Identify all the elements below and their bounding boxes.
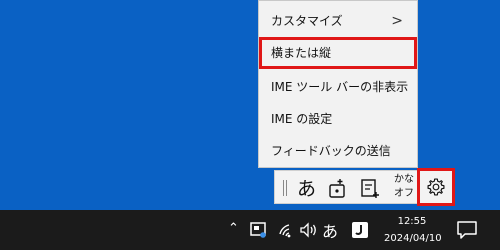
input-mode-button[interactable]: あ — [297, 174, 316, 201]
chevron-up-icon[interactable]: ⌃ — [228, 221, 239, 236]
clock[interactable]: 12:55 2024/04/10 — [384, 213, 442, 247]
menu-item-hide-toolbar[interactable]: IME ツール バーの非表示 — [259, 71, 417, 103]
volume-icon[interactable] — [298, 220, 318, 240]
chevron-right-icon: > — [391, 13, 403, 29]
input-mode-indicator[interactable]: あ — [322, 218, 338, 242]
drag-handle-icon[interactable] — [283, 180, 287, 196]
kana-lock-toggle[interactable]: かな オフ — [391, 173, 417, 201]
menu-item-label: IME の設定 — [271, 112, 333, 126]
wifi-icon[interactable] — [277, 220, 297, 240]
kana-off-line1: かな — [394, 174, 414, 185]
ime-toolbar: あ かな オフ — [274, 170, 418, 204]
menu-item-label: IME ツール バーの非表示 — [271, 80, 409, 94]
kana-off-line2: オフ — [394, 188, 414, 199]
menu-item-label: カスタマイズ — [271, 14, 343, 28]
ime-pad-icon[interactable] — [327, 177, 349, 199]
menu-item-label: フィードバックの送信 — [271, 144, 391, 158]
gear-icon — [427, 178, 445, 196]
screen-share-icon[interactable] — [249, 220, 269, 240]
menu-item-send-feedback[interactable]: フィードバックの送信 — [259, 135, 417, 167]
notification-icon[interactable] — [456, 220, 478, 240]
clock-time: 12:55 — [397, 216, 427, 227]
dictionary-icon[interactable] — [359, 177, 381, 199]
ime-context-menu: カスタマイズ > 横または縦 IME ツール バーの非表示 IME の設定 フィ… — [258, 0, 418, 168]
menu-item-label: 横または縦 — [271, 46, 332, 60]
clock-date: 2024/04/10 — [384, 233, 442, 244]
menu-item-ime-settings[interactable]: IME の設定 — [259, 103, 417, 135]
ime-pad-icon[interactable] — [350, 220, 370, 240]
ime-settings-button[interactable] — [417, 168, 455, 206]
taskbar: ⌃ あ 12:55 2024/04/10 — [0, 210, 500, 250]
menu-item-horizontal-or-vertical[interactable]: 横または縦 — [259, 37, 417, 69]
menu-item-customize[interactable]: カスタマイズ > — [259, 5, 417, 37]
